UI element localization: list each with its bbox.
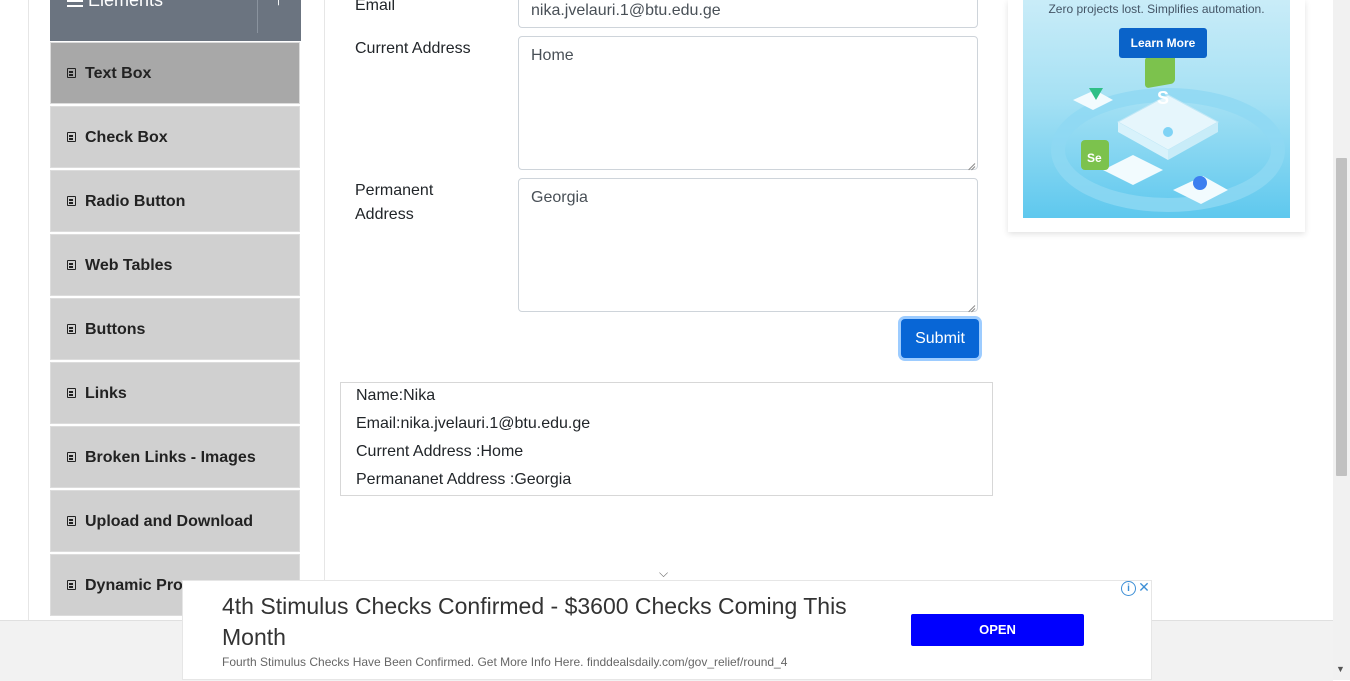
sidebar-item-radio-button[interactable]: Radio Button — [50, 170, 300, 232]
open-button[interactable]: OPEN — [911, 614, 1084, 646]
html-icon — [67, 132, 76, 142]
info-icon[interactable]: i — [1121, 581, 1136, 596]
sidebar-item-text-box[interactable]: Text Box — [50, 42, 300, 104]
scroll-down-arrow-icon[interactable]: ▼ — [1336, 664, 1345, 674]
side-ad-tagline: Zero projects lost. Simplifies automatio… — [1048, 2, 1265, 16]
current-address-label: Current Address — [355, 40, 471, 57]
permanent-address-label-line1: Permanent — [355, 182, 434, 199]
hamburger-icon — [67, 0, 83, 10]
sidebar-item-label: Text Box — [85, 65, 152, 82]
bottom-ad-subline: Fourth Stimulus Checks Have Been Confirm… — [222, 655, 788, 669]
output-current-address: Current Address :Home — [356, 443, 524, 460]
sidebar-item-label: Check Box — [85, 129, 168, 146]
sidebar-item-buttons[interactable]: Buttons — [50, 298, 300, 360]
sidebar-item-web-tables[interactable]: Web Tables — [50, 234, 300, 296]
sidebar-item-label: Buttons — [85, 321, 146, 338]
email-label: Email — [355, 0, 396, 14]
email-field[interactable]: nika.jvelauri.1@btu.edu.ge — [518, 0, 978, 28]
header-separator — [257, 0, 258, 33]
sidebar-item-label: Dynamic Prop — [85, 577, 193, 594]
sidebar-item-label: Broken Links - Images — [85, 449, 256, 466]
elements-group-header[interactable]: Elements ⤒ — [50, 0, 301, 41]
sidebar-item-broken-links[interactable]: Broken Links - Images — [50, 426, 300, 488]
html-icon — [67, 260, 76, 270]
svg-text:S: S — [1157, 88, 1169, 108]
html-icon — [67, 324, 76, 334]
learn-more-button[interactable]: Learn More — [1119, 28, 1207, 58]
resize-grip-icon[interactable] — [967, 301, 975, 309]
collapse-arrow-icon[interactable]: ⤒ — [275, 0, 282, 10]
sidebar-item-links[interactable]: Links — [50, 362, 300, 424]
output-email: Email:nika.jvelauri.1@btu.edu.ge — [356, 415, 591, 432]
html-icon — [67, 388, 76, 398]
close-icon[interactable]: ✕ — [1137, 580, 1151, 595]
bottom-ad-banner[interactable]: 4th Stimulus Checks Confirmed - $3600 Ch… — [182, 580, 1152, 680]
scrollbar-thumb[interactable] — [1336, 158, 1347, 476]
permanent-address-value: Georgia — [531, 189, 588, 206]
group-title: Elements — [88, 0, 164, 10]
html-icon — [67, 68, 76, 78]
bottom-ad-headline[interactable]: 4th Stimulus Checks Confirmed - $3600 Ch… — [222, 591, 902, 653]
html-icon — [67, 516, 76, 526]
sidebar-divider — [324, 0, 325, 580]
html-icon — [67, 580, 76, 590]
sidebar-item-label: Links — [85, 385, 127, 402]
output-panel: Name:Nika Email:nika.jvelauri.1@btu.edu.… — [340, 382, 993, 496]
html-icon — [67, 452, 76, 462]
sidebar-item-check-box[interactable]: Check Box — [50, 106, 300, 168]
sidebar-item-label: Radio Button — [85, 193, 186, 210]
svg-text:Se: Se — [1087, 151, 1102, 165]
email-value: nika.jvelauri.1@btu.edu.ge — [531, 2, 721, 19]
ad-choices[interactable]: i ✕ — [1120, 580, 1152, 596]
sidebar-item-upload-download[interactable]: Upload and Download — [50, 490, 300, 552]
current-address-textarea[interactable]: Home — [518, 36, 978, 170]
permanent-address-textarea[interactable]: Georgia — [518, 178, 978, 312]
output-permanent-address: Permananet Address :Georgia — [356, 471, 572, 488]
permanent-address-label-line2: Address — [355, 206, 414, 223]
sidebar-item-label: Web Tables — [85, 257, 173, 274]
submit-button[interactable]: Submit — [901, 319, 979, 358]
resize-grip-icon[interactable] — [967, 159, 975, 167]
current-address-value: Home — [531, 47, 574, 64]
left-gutter-line — [28, 0, 29, 620]
chevron-down-icon[interactable]: ⌵ — [659, 566, 668, 581]
sidebar-item-label: Upload and Download — [85, 513, 253, 530]
output-name: Name:Nika — [356, 387, 436, 404]
html-icon — [67, 196, 76, 206]
